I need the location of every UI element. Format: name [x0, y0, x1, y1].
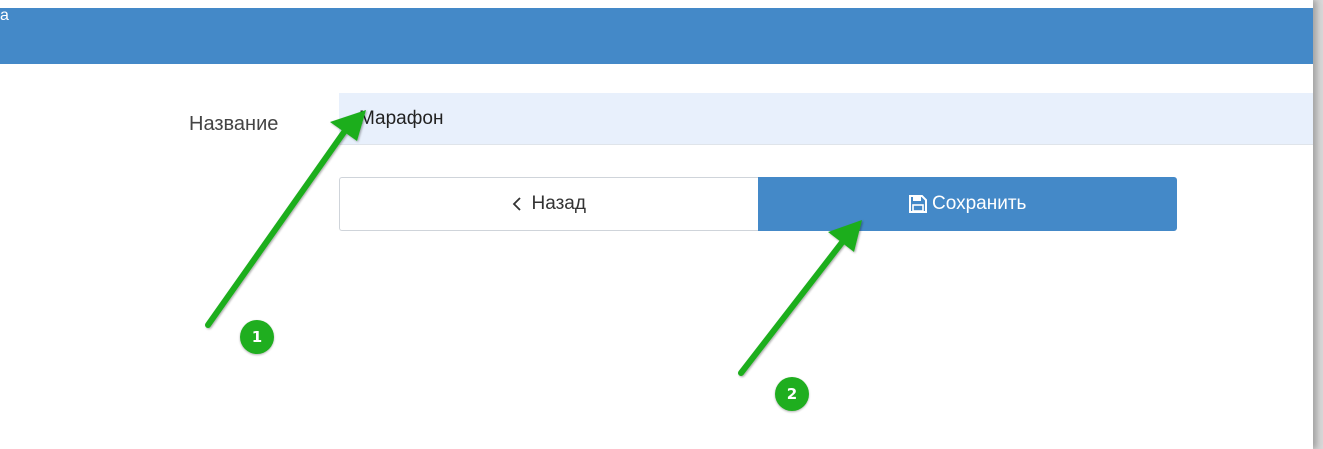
back-button[interactable]: Назад: [339, 177, 758, 231]
name-field-label: Название: [189, 113, 279, 135]
arrow-2: [738, 220, 862, 376]
step-badge-1: 1: [240, 320, 274, 354]
header-title: a: [0, 7, 9, 24]
window-top-edge: [0, 0, 1313, 8]
step-badge-2: 2: [775, 377, 809, 411]
form-actions: Назад Сохранить: [339, 177, 1177, 231]
back-button-label: Назад: [531, 193, 586, 214]
app-window: a Название Назад Сохранить: [0, 0, 1313, 449]
floppy-disk-icon: [908, 194, 928, 214]
name-input[interactable]: [339, 93, 1313, 145]
save-button-label: Сохранить: [932, 193, 1027, 214]
save-button[interactable]: Сохранить: [757, 177, 1177, 231]
chevron-left-icon: [512, 196, 522, 212]
header-bar: a: [0, 7, 1313, 64]
